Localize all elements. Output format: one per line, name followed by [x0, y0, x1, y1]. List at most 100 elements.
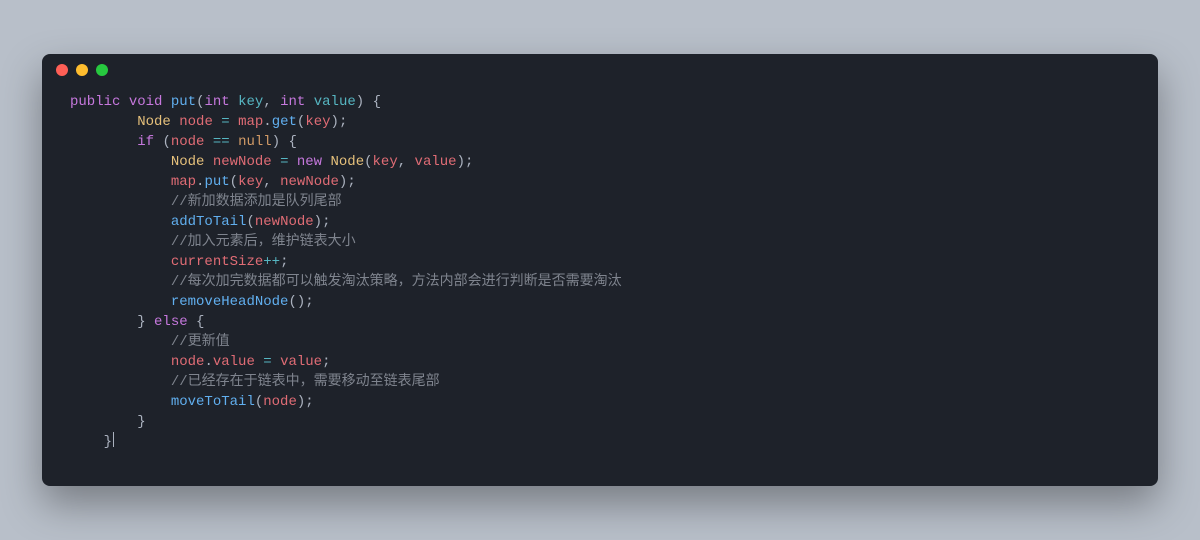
token-op: ++: [263, 254, 280, 270]
code-line: if (node == null) {: [70, 132, 1130, 152]
token-kw: if: [137, 134, 154, 150]
code-line: node.value = value;: [70, 352, 1130, 372]
token-punct: ): [297, 394, 305, 410]
token-punct: ;: [305, 294, 313, 310]
token-punct: ): [356, 94, 364, 110]
token-var: value: [213, 354, 255, 370]
token-punct: (: [255, 394, 263, 410]
code-line: //每次加完数据都可以触发淘汰策略，方法内部会进行判断是否需要淘汰: [70, 272, 1130, 292]
code-line: map.put(key, newNode);: [70, 172, 1130, 192]
code-line: public void put(int key, int value) {: [70, 92, 1130, 112]
token-punct: ): [457, 154, 465, 170]
token-kw: int: [204, 94, 229, 110]
token-type: Node: [171, 154, 205, 170]
token-var: node: [171, 354, 205, 370]
close-icon[interactable]: [56, 64, 68, 76]
token-fn: addToTail: [171, 214, 247, 230]
token-punct: ;: [280, 254, 288, 270]
token-var: value: [280, 354, 322, 370]
code-line: //更新值: [70, 332, 1130, 352]
token-var: map: [171, 174, 196, 190]
code-line: }: [70, 432, 1130, 452]
token-null: null: [238, 134, 272, 150]
token-punct: ;: [347, 174, 355, 190]
token-var: map: [238, 114, 263, 130]
code-line: //已经存在于链表中，需要移动至链表尾部: [70, 372, 1130, 392]
token-punct: ;: [322, 214, 330, 230]
token-type: Node: [331, 154, 365, 170]
token-param: value: [314, 94, 356, 110]
token-kw: else: [154, 314, 188, 330]
code-line: } else {: [70, 312, 1130, 332]
token-var: key: [305, 114, 330, 130]
token-punct: {: [196, 314, 204, 330]
token-var: node: [171, 134, 205, 150]
code-line: }: [70, 412, 1130, 432]
token-param: key: [238, 94, 263, 110]
token-cmt: //已经存在于链表中，需要移动至链表尾部: [171, 374, 440, 390]
token-punct: .: [263, 114, 271, 130]
token-kw: new: [297, 154, 322, 170]
token-punct: ): [272, 134, 280, 150]
token-op: =: [221, 114, 229, 130]
token-punct: (: [288, 294, 296, 310]
minimize-icon[interactable]: [76, 64, 88, 76]
token-op: =: [280, 154, 288, 170]
token-var: key: [238, 174, 263, 190]
token-punct: {: [373, 94, 381, 110]
token-fn: removeHeadNode: [171, 294, 289, 310]
token-var: newNode: [213, 154, 272, 170]
code-line: currentSize++;: [70, 252, 1130, 272]
token-punct: ;: [465, 154, 473, 170]
token-punct: .: [204, 354, 212, 370]
token-punct: }: [137, 314, 145, 330]
token-punct: ,: [263, 174, 271, 190]
token-var: value: [415, 154, 457, 170]
code-line: moveToTail(node);: [70, 392, 1130, 412]
token-punct: ,: [263, 94, 271, 110]
token-var: key: [373, 154, 398, 170]
token-op: =: [263, 354, 271, 370]
token-punct: {: [289, 134, 297, 150]
token-op: ==: [213, 134, 230, 150]
token-punct: ): [297, 294, 305, 310]
token-punct: (: [364, 154, 372, 170]
code-line: Node node = map.get(key);: [70, 112, 1130, 132]
token-var: newNode: [255, 214, 314, 230]
token-punct: (: [246, 214, 254, 230]
token-cmt: //更新值: [171, 334, 230, 350]
token-var: currentSize: [171, 254, 263, 270]
token-var: node: [263, 394, 297, 410]
token-punct: (: [230, 174, 238, 190]
code-line: //加入元素后，维护链表大小: [70, 232, 1130, 252]
token-fn: put: [204, 174, 229, 190]
token-punct: ,: [398, 154, 406, 170]
token-punct: ): [331, 114, 339, 130]
token-punct: ): [314, 214, 322, 230]
code-line: addToTail(newNode);: [70, 212, 1130, 232]
token-type: Node: [137, 114, 171, 130]
token-var: newNode: [280, 174, 339, 190]
token-var: node: [179, 114, 213, 130]
token-kw: public: [70, 94, 120, 110]
token-cmt: //新加数据添加是队列尾部: [171, 194, 342, 210]
text-cursor: [113, 432, 114, 447]
zoom-icon[interactable]: [96, 64, 108, 76]
token-punct: ;: [339, 114, 347, 130]
token-cmt: //加入元素后，维护链表大小: [171, 234, 356, 250]
token-kw: int: [280, 94, 305, 110]
token-fn: put: [171, 94, 196, 110]
code-window: public void put(int key, int value) { No…: [42, 54, 1158, 486]
code-line: Node newNode = new Node(key, value);: [70, 152, 1130, 172]
token-fn: moveToTail: [171, 394, 255, 410]
token-punct: ;: [305, 394, 313, 410]
titlebar: [42, 54, 1158, 86]
token-punct: }: [104, 434, 112, 450]
code-line: //新加数据添加是队列尾部: [70, 192, 1130, 212]
token-punct: }: [137, 414, 145, 430]
token-punct: ;: [322, 354, 330, 370]
code-area[interactable]: public void put(int key, int value) { No…: [42, 86, 1158, 468]
token-fn: get: [272, 114, 297, 130]
token-kw: void: [129, 94, 163, 110]
token-punct: (: [162, 134, 170, 150]
